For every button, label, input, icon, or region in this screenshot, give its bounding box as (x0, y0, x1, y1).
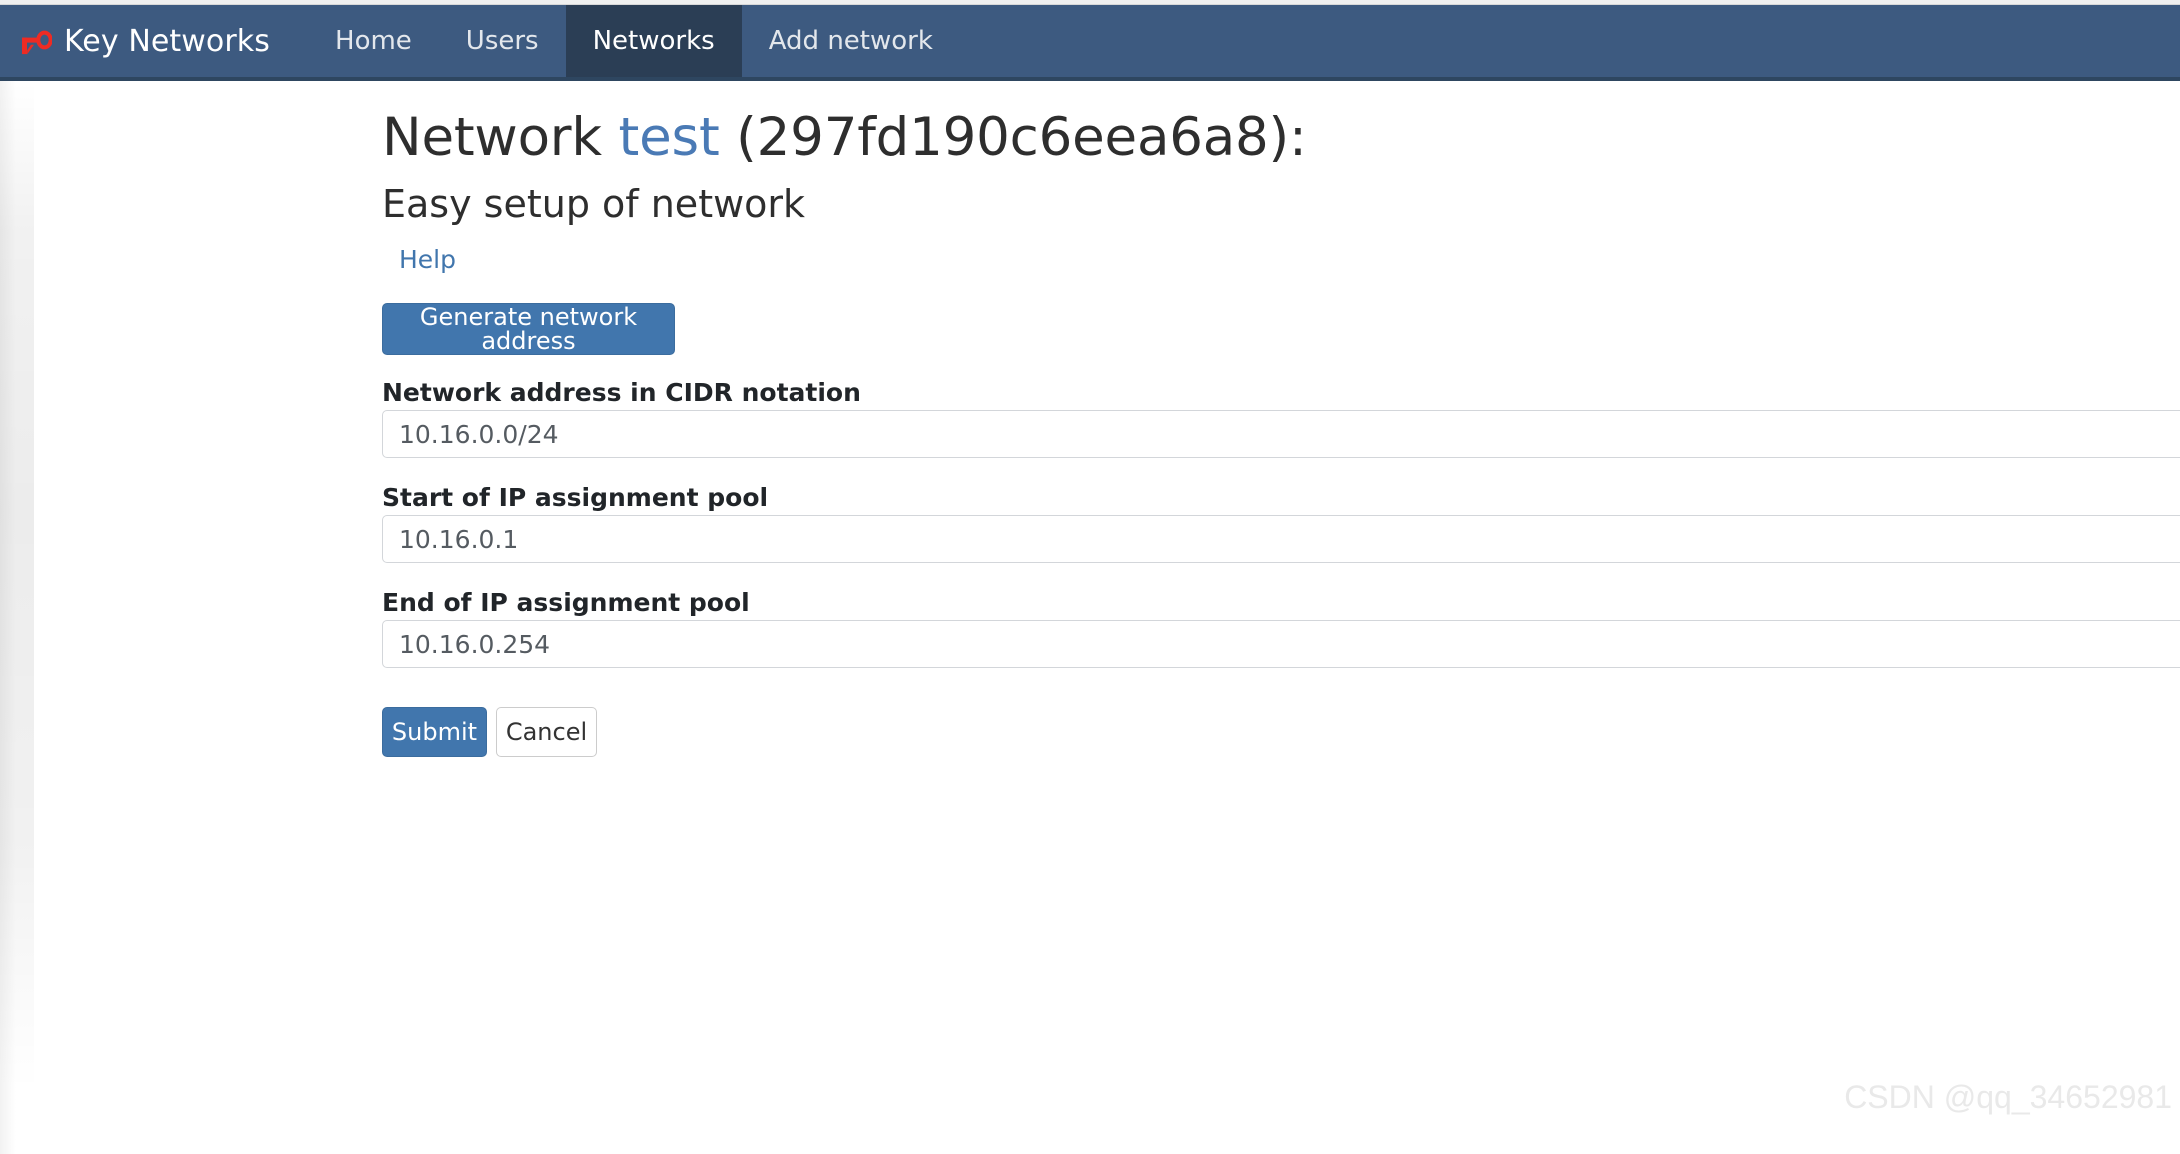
page-title-prefix: Network (382, 107, 619, 168)
pool-start-field-label: Start of IP assignment pool (382, 483, 769, 512)
pool-start-input[interactable] (382, 515, 2180, 563)
nav-link-networks[interactable]: Networks (565, 5, 742, 77)
brand-link[interactable]: Key Networks (0, 5, 270, 77)
cidr-field-label: Network address in CIDR notation (382, 378, 861, 407)
cancel-button[interactable]: Cancel (496, 707, 597, 757)
main-navbar: Key Networks Home Users Networks Add net… (0, 5, 2180, 77)
cidr-input[interactable] (382, 410, 2180, 458)
nav-link-add-network[interactable]: Add network (742, 5, 960, 77)
pool-end-input[interactable] (382, 620, 2180, 668)
watermark: CSDN @qq_34652981 (1844, 1079, 2172, 1115)
page-content: Network test (297fd190c6eea6a8): Easy se… (0, 81, 2180, 1154)
generate-network-address-button[interactable]: Generate network address (382, 303, 675, 355)
key-icon (18, 27, 53, 57)
network-name: test (618, 107, 720, 168)
page-title-suffix: (297fd190c6eea6a8): (719, 107, 1307, 168)
brand-label: Key Networks (64, 23, 271, 59)
navbar-links: Home Users Networks Add network (308, 5, 960, 77)
help-link[interactable]: Help (399, 245, 456, 274)
section-subtitle: Easy setup of network (382, 182, 806, 226)
page-title: Network test (297fd190c6eea6a8): (382, 107, 1307, 168)
nav-link-home[interactable]: Home (308, 5, 439, 77)
submit-button[interactable]: Submit (382, 707, 487, 757)
nav-link-users[interactable]: Users (439, 5, 566, 77)
pool-end-field-label: End of IP assignment pool (382, 588, 750, 617)
